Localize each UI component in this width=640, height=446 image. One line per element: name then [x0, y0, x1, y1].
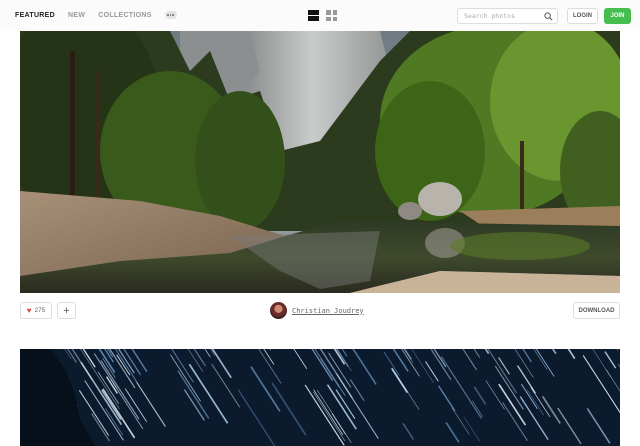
avatar[interactable] [270, 302, 287, 319]
search-icon[interactable] [544, 12, 553, 21]
login-button[interactable]: LOGIN [567, 8, 598, 24]
star-trails-image [20, 349, 620, 446]
nav-new[interactable]: NEW [68, 12, 85, 19]
star-trails-photo[interactable] [20, 349, 620, 446]
nav-featured[interactable]: FEATURED [15, 12, 55, 19]
download-button[interactable]: DOWNLOAD [573, 302, 620, 319]
top-bar: FEATURED NEW COLLECTIONS LOGIN JOIN [0, 0, 640, 31]
join-button[interactable]: JOIN [604, 8, 631, 24]
add-to-collection-button[interactable]: + [57, 302, 76, 319]
nav-collections[interactable]: COLLECTIONS [98, 12, 151, 19]
grid-view-icon[interactable] [326, 10, 337, 21]
main-nav: FEATURED NEW COLLECTIONS [15, 11, 177, 19]
like-count: 275 [34, 307, 46, 314]
featured-photo[interactable] [20, 31, 620, 293]
heart-icon: ♥ [26, 305, 32, 315]
plus-icon: + [63, 304, 70, 317]
list-view-icon[interactable] [308, 10, 319, 21]
ellipsis-icon[interactable] [164, 11, 177, 19]
view-toggle [308, 10, 337, 21]
search-input[interactable] [464, 12, 542, 20]
like-button[interactable]: ♥ 275 [20, 302, 52, 319]
author-name[interactable]: Christian Joudrey [292, 307, 364, 315]
author-link[interactable]: Christian Joudrey [270, 302, 364, 319]
search-box [457, 8, 558, 24]
photo-actions: ♥ 275 + Christian Joudrey DOWNLOAD [20, 302, 620, 319]
landscape-photo [20, 31, 620, 293]
